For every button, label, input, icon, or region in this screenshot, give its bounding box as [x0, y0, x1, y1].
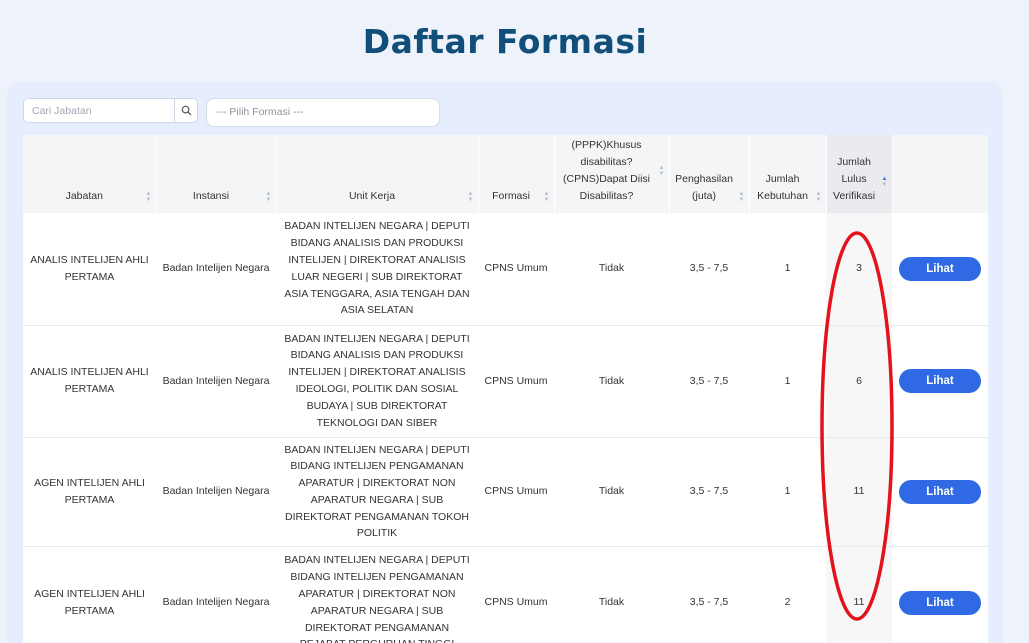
column-header-disabilitas[interactable]: (PPPK)Khusus disabilitas? (CPNS)Dapat Di… — [554, 135, 670, 213]
column-header-action — [892, 135, 988, 213]
cell-jabatan: AGEN INTELIJEN AHLI PERTAMA — [23, 437, 156, 548]
table-row: ANALIS INTELIJEN AHLI PERTAMA Badan Inte… — [23, 325, 988, 438]
cell-instansi: Badan Intelijen Negara — [156, 546, 276, 643]
cell-unit-kerja: BADAN INTELIJEN NEGARA | DEPUTI BIDANG A… — [276, 325, 478, 438]
search-input[interactable] — [24, 99, 174, 122]
column-header-penghasilan[interactable]: Penghasilan (juta) ▲ ▼ — [669, 135, 750, 213]
lihat-button[interactable]: Lihat — [899, 256, 981, 281]
table-row: AGEN INTELIJEN AHLI PERTAMA Badan Inteli… — [23, 546, 988, 643]
table-row: ANALIS INTELIJEN AHLI PERTAMA Badan Inte… — [23, 213, 988, 326]
cell-jabatan: AGEN INTELIJEN AHLI PERTAMA — [23, 546, 156, 643]
sort-icon: ▲ ▼ — [815, 191, 822, 203]
lihat-button[interactable]: Lihat — [899, 479, 981, 504]
cell-action: Lihat — [892, 213, 988, 326]
cell-disabilitas: Tidak — [554, 437, 669, 548]
cell-penghasilan: 3,5 - 7,5 — [669, 437, 749, 548]
cell-penghasilan: 3,5 - 7,5 — [669, 213, 749, 326]
table-header-row: Jabatan ▲ ▼ Instansi ▲ ▼ Unit Kerja ▲ ▼ For… — [23, 135, 988, 213]
sort-icon: ▲ ▼ — [543, 191, 550, 203]
formasi-select[interactable]: --- Pilih Formasi --- — [206, 98, 440, 127]
cell-penghasilan: 3,5 - 7,5 — [669, 546, 749, 643]
cell-lulus-verifikasi: 6 — [826, 325, 892, 438]
column-header-jabatan[interactable]: Jabatan ▲ ▼ — [23, 135, 157, 213]
cell-kebutuhan: 1 — [749, 213, 826, 326]
cell-unit-kerja: BADAN INTELIJEN NEGARA | DEPUTI BIDANG I… — [276, 437, 478, 548]
cell-lulus-verifikasi: 3 — [826, 213, 892, 326]
cell-disabilitas: Tidak — [554, 325, 669, 438]
cell-instansi: Badan Intelijen Negara — [156, 213, 276, 326]
cell-action: Lihat — [892, 437, 988, 548]
cell-action: Lihat — [892, 546, 988, 643]
cell-lulus-verifikasi: 11 — [826, 437, 892, 548]
search-icon — [181, 105, 192, 116]
cell-instansi: Badan Intelijen Negara — [156, 437, 276, 548]
cell-jabatan: ANALIS INTELIJEN AHLI PERTAMA — [23, 213, 156, 326]
cell-unit-kerja: BADAN INTELIJEN NEGARA | DEPUTI BIDANG I… — [276, 546, 478, 643]
sort-icon: ▲ ▼ — [145, 191, 152, 203]
search-box — [23, 98, 198, 123]
column-header-instansi[interactable]: Instansi ▲ ▼ — [156, 135, 277, 213]
column-header-kebutuhan[interactable]: Jumlah Kebutuhan ▲ ▼ — [749, 135, 827, 213]
cell-lulus-verifikasi: 11 — [826, 546, 892, 643]
column-header-lulus-verifikasi[interactable]: Jumlah Lulus Verifikasi ▲ ▼ — [826, 135, 893, 213]
cell-jabatan: ANALIS INTELIJEN AHLI PERTAMA — [23, 325, 156, 438]
cell-instansi: Badan Intelijen Negara — [156, 325, 276, 438]
cell-disabilitas: Tidak — [554, 546, 669, 643]
cell-formasi: CPNS Umum — [478, 546, 554, 643]
column-header-unit-kerja[interactable]: Unit Kerja ▲ ▼ — [276, 135, 479, 213]
cell-action: Lihat — [892, 325, 988, 438]
sort-icon: ▲ ▼ — [658, 165, 665, 177]
formasi-table: Jabatan ▲ ▼ Instansi ▲ ▼ Unit Kerja ▲ ▼ For… — [23, 135, 988, 643]
cell-formasi: CPNS Umum — [478, 437, 554, 548]
page-title: Daftar Formasi — [362, 22, 648, 61]
sort-icon: ▲ ▼ — [265, 191, 272, 203]
column-header-formasi[interactable]: Formasi ▲ ▼ — [478, 135, 555, 213]
sort-icon: ▲ ▼ — [738, 191, 745, 203]
lihat-button[interactable]: Lihat — [899, 369, 981, 393]
cell-kebutuhan: 1 — [749, 325, 826, 438]
cell-formasi: CPNS Umum — [478, 325, 554, 438]
lihat-button[interactable]: Lihat — [899, 590, 981, 615]
cell-kebutuhan: 2 — [749, 546, 826, 643]
cell-kebutuhan: 1 — [749, 437, 826, 548]
cell-formasi: CPNS Umum — [478, 213, 554, 326]
cell-disabilitas: Tidak — [554, 213, 669, 326]
search-button[interactable] — [174, 99, 197, 122]
cell-penghasilan: 3,5 - 7,5 — [669, 325, 749, 438]
cell-unit-kerja: BADAN INTELIJEN NEGARA | DEPUTI BIDANG A… — [276, 213, 478, 326]
sort-icon: ▲ ▼ — [467, 191, 474, 203]
sort-icon: ▲ ▼ — [881, 176, 888, 188]
table-row: AGEN INTELIJEN AHLI PERTAMA Badan Inteli… — [23, 437, 988, 548]
